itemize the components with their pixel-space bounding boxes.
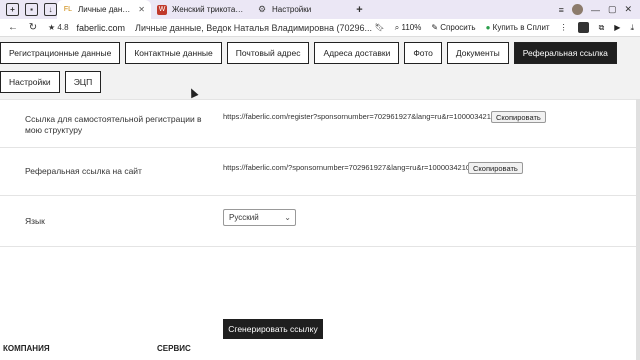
tab-digital-signature[interactable]: ЭЦП — [64, 71, 102, 93]
language-label: Язык — [25, 216, 45, 226]
browser-tab-settings[interactable]: ⚙ Настройки — [251, 0, 341, 19]
page-content: Регистрационные данные Контактные данные… — [0, 38, 640, 360]
language-select[interactable]: Русский ⌄ — [223, 209, 296, 226]
minimize-icon[interactable]: — — [591, 5, 600, 15]
extension-icon[interactable] — [577, 22, 589, 33]
faberlic-favicon-icon: FL — [63, 6, 73, 13]
language-row: Язык Русский ⌄ — [0, 196, 636, 247]
new-tab-icon[interactable]: + — [353, 3, 366, 16]
extensions-icon[interactable]: ⧉ — [599, 23, 605, 33]
split-button[interactable]: ● Купить в Сплит — [486, 23, 550, 32]
zoom-value: 110% — [401, 22, 422, 32]
browser-menu-icon[interactable]: ≡ — [559, 5, 564, 15]
tab-photo[interactable]: Фото — [404, 42, 442, 64]
rating-value: 4.8 — [57, 23, 69, 32]
page-title-in-address: Личные данные, Ведок Наталья Владимировн… — [135, 22, 372, 33]
tab-documents[interactable]: Документы — [446, 42, 509, 64]
language-selected: Русский — [229, 213, 259, 222]
close-tab-icon[interactable]: ✕ — [138, 5, 145, 14]
page-scrollbar[interactable] — [636, 99, 640, 360]
registration-link-label: Ссылка для самостоятельной регистрации в… — [25, 114, 202, 135]
tab-registration-data[interactable]: Регистрационные данные — [0, 42, 121, 64]
zoom-indicator[interactable]: ⌕ 110% — [395, 23, 422, 33]
profile-tabs-row-2: Настройки ЭЦП — [0, 71, 102, 93]
ask-button[interactable]: ✎ Спросить — [431, 23, 475, 32]
domain-text: faberlic.com — [76, 22, 126, 33]
site-rating[interactable]: ★ 4.8 — [48, 23, 69, 32]
generate-link-button[interactable]: Сгенерировать ссылку — [223, 319, 323, 339]
tab-postal-address[interactable]: Почтовый адрес — [226, 42, 310, 64]
tab-title: Женский трикотаж по це — [172, 5, 245, 14]
referral-panel: Ссылка для самостоятельной регистрации в… — [0, 99, 636, 360]
avatar[interactable] — [571, 4, 583, 15]
footer-service-heading: СЕРВИС — [157, 344, 191, 353]
split-label: Купить в Сплит — [492, 23, 550, 32]
tab-referral-link[interactable]: Реферальная ссылка — [513, 42, 617, 64]
knitwear-favicon-icon: W — [157, 4, 167, 15]
tab-actions-icon[interactable]: + — [6, 3, 19, 16]
gear-icon: ⚙ — [257, 4, 267, 14]
browser-tab-bar: + ▪ ↓ FL Личные данные, Ведок ✕ W Женски… — [0, 0, 640, 19]
tab-settings[interactable]: Настройки — [0, 71, 60, 93]
profile-tabs-row-1: Регистрационные данные Контактные данные… — [0, 42, 617, 64]
collections-icon[interactable]: ▪ — [25, 3, 38, 16]
site-link-row: Реферальная ссылка на сайт https://faber… — [0, 148, 636, 196]
url-field[interactable]: ★ 4.8 faberlic.com Личные данные, Ведок … — [48, 21, 375, 35]
back-icon[interactable]: ← — [6, 22, 20, 33]
site-link-value: https://faberlic.com/?sponsornumber=7029… — [223, 163, 483, 172]
maximize-icon[interactable]: ▢ — [608, 4, 617, 15]
downloads-icon[interactable]: ↓ — [44, 3, 57, 16]
registration-link-value: https://faberlic.com/register?sponsornum… — [223, 112, 508, 121]
chevron-down-icon: ⌄ — [284, 213, 291, 222]
play-icon[interactable]: ▶ — [614, 23, 620, 32]
close-window-icon[interactable]: ✕ — [624, 4, 632, 15]
copy-site-link-button[interactable]: Скопировать — [468, 162, 523, 174]
browser-tab-knitwear[interactable]: W Женский трикотаж по це — [151, 0, 251, 19]
copy-registration-link-button[interactable]: Скопировать — [491, 111, 546, 123]
download-icon[interactable]: ⤓ — [630, 23, 634, 33]
ask-label: Спросить — [440, 23, 476, 32]
tab-delivery-addresses[interactable]: Адреса доставки — [314, 42, 400, 64]
tab-title: Личные данные, Ведок — [78, 5, 134, 14]
more-icon[interactable]: ⋮ — [560, 23, 568, 32]
bookmark-icon[interactable]: 🔖︎ — [375, 23, 385, 32]
browser-tab-faberlic[interactable]: FL Личные данные, Ведок ✕ — [57, 0, 151, 19]
registration-link-row: Ссылка для самостоятельной регистрации в… — [0, 100, 636, 148]
tab-contact-data[interactable]: Контактные данные — [125, 42, 222, 64]
browser-address-bar: ← ↻ ★ 4.8 faberlic.com Личные данные, Ве… — [0, 19, 640, 37]
site-link-label: Реферальная ссылка на сайт — [25, 166, 142, 176]
reload-icon[interactable]: ↻ — [26, 22, 40, 33]
tab-title: Настройки — [272, 5, 312, 14]
footer-company-heading: КОМПАНИЯ — [3, 344, 50, 353]
